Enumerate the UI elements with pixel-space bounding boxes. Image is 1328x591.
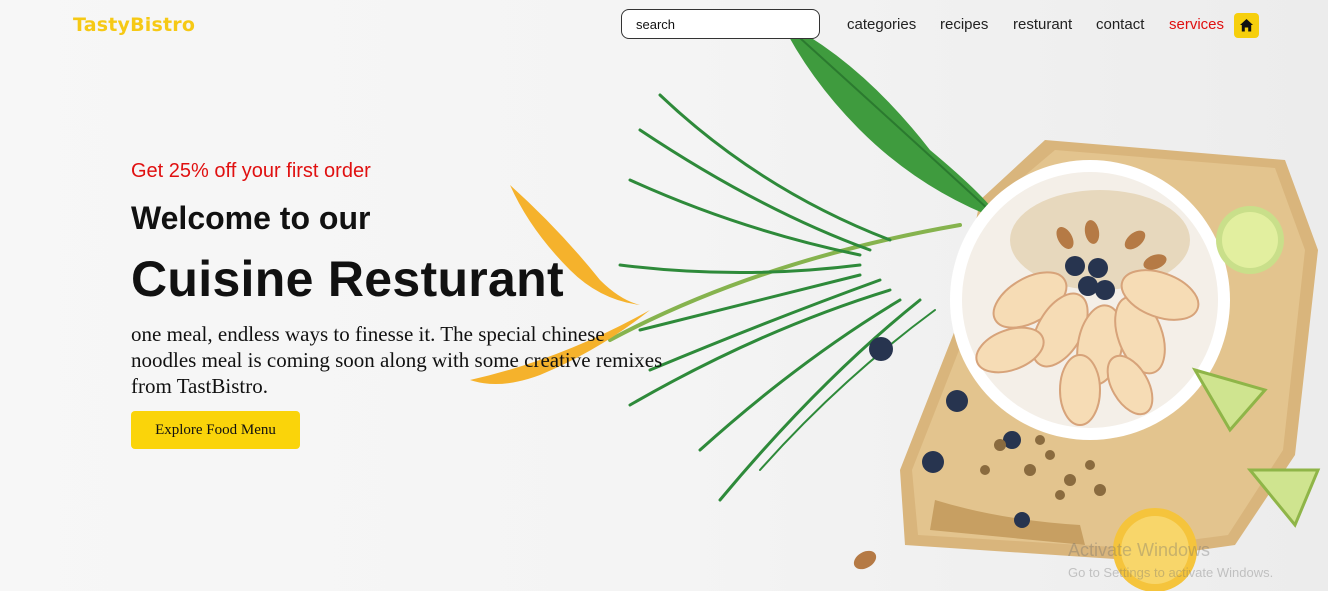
page-title: Cuisine Resturant (131, 251, 564, 307)
activate-windows-watermark: Activate Windows Go to Settings to activ… (1068, 540, 1273, 580)
nav-link-contact[interactable]: contact (1096, 16, 1144, 33)
home-icon (1240, 19, 1253, 32)
nav-link-resturant[interactable]: resturant (1013, 16, 1072, 33)
navbar: TastyBistro categories recipes resturant… (0, 0, 1328, 50)
nav-link-categories[interactable]: categories (847, 16, 916, 33)
explore-food-menu-button[interactable]: Explore Food Menu (131, 411, 300, 449)
watermark-title: Activate Windows (1068, 540, 1211, 560)
promo-text: Get 25% off your first order (131, 160, 371, 182)
nav-link-recipes[interactable]: recipes (940, 16, 988, 33)
welcome-heading: Welcome to our (131, 200, 371, 236)
hero-description: one meal, endless ways to finesse it. Th… (131, 322, 663, 398)
watermark-subtitle: Go to Settings to activate Windows. (1068, 565, 1274, 580)
search-input[interactable] (621, 9, 820, 39)
home-button[interactable] (1234, 13, 1259, 38)
nav-link-services[interactable]: services (1169, 16, 1224, 33)
logo[interactable]: TastyBistro (73, 14, 195, 36)
